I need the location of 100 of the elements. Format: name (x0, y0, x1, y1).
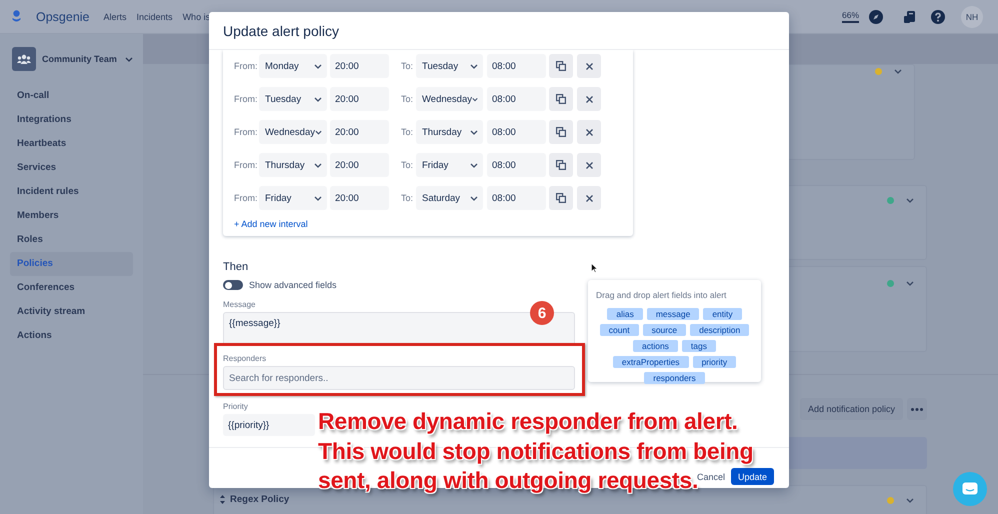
add-notification-policy-button[interactable]: Add notification policy (800, 398, 903, 420)
sidebar-item[interactable]: Services (10, 156, 133, 180)
sidebar-item[interactable]: On-call (10, 84, 133, 108)
app-logo-text[interactable]: Opsgenie (36, 10, 90, 24)
to-label: To: (401, 193, 414, 203)
duplicate-button[interactable] (549, 120, 573, 144)
field-tag[interactable]: extraProperties (612, 356, 689, 368)
from-label: From: (234, 127, 258, 137)
field-tag[interactable]: description (690, 324, 750, 336)
more-icon (911, 408, 923, 410)
to-label: To: (401, 94, 414, 104)
input-field[interactable]: Search for responders.. (223, 366, 575, 390)
day-dropdown[interactable]: Thursday (259, 153, 327, 177)
duplicate-button[interactable] (549, 54, 573, 78)
annotation-line: Remove dynamic responder from alert. (318, 407, 738, 436)
time-field[interactable]: 20:00 (330, 54, 389, 78)
toggle-switch[interactable] (223, 280, 243, 290)
caret-icon (906, 498, 914, 502)
policy-title[interactable]: Regex Policy (230, 494, 290, 505)
time-field[interactable]: 20:00 (330, 87, 389, 111)
time-field[interactable]: 08:00 (487, 186, 546, 210)
copy-icon (556, 94, 566, 104)
remove-button[interactable] (577, 153, 601, 177)
caret-icon (314, 64, 322, 68)
nav-link[interactable]: Incidents (136, 12, 173, 22)
compass-icon[interactable] (869, 10, 883, 24)
time-field[interactable]: 20:00 (330, 120, 389, 144)
day-dropdown[interactable]: Tuesday (416, 54, 483, 78)
time-field[interactable]: 08:00 (487, 120, 546, 144)
copy-icon (556, 193, 566, 203)
field-tag[interactable]: message (646, 308, 700, 320)
time-field[interactable]: 08:00 (487, 54, 546, 78)
from-label: From: (234, 61, 258, 71)
team-name[interactable]: Community Team (42, 54, 117, 64)
time-field[interactable]: 20:00 (330, 153, 389, 177)
day-dropdown[interactable]: Monday (259, 54, 327, 78)
usage-indicator[interactable]: 66% (842, 10, 859, 23)
duplicate-button[interactable] (549, 153, 573, 177)
caret-icon (906, 280, 914, 286)
field-tag[interactable]: alias (607, 308, 643, 320)
caret-icon (894, 68, 902, 74)
from-label: From: (234, 160, 258, 170)
field-tag[interactable]: source (642, 324, 686, 336)
remove-button[interactable] (577, 186, 601, 210)
close-icon (586, 194, 592, 202)
caret-icon (472, 96, 478, 102)
sidebar-item[interactable]: Activity stream (10, 300, 133, 324)
section-heading: Then (223, 261, 250, 273)
add-interval-link[interactable]: + Add new interval (234, 219, 308, 229)
from-label: From: (234, 193, 258, 203)
field-tag[interactable]: tags (682, 340, 716, 352)
caret-icon (314, 196, 322, 200)
day-dropdown[interactable]: Thursday (416, 120, 483, 144)
update-button[interactable]: Update (730, 468, 774, 485)
day-dropdown[interactable]: Wednesday (416, 87, 483, 111)
help-icon[interactable] (931, 10, 945, 24)
annotation-line: This would stop notifications from being (318, 436, 754, 466)
time-field[interactable]: 20:00 (330, 186, 389, 210)
duplicate-button[interactable] (549, 87, 573, 111)
sidebar-item[interactable]: Members (10, 204, 133, 228)
logo-icon (12, 10, 21, 23)
input-field[interactable]: {{priority}} (223, 414, 315, 436)
sidebar-item[interactable]: Incident rules (10, 180, 133, 204)
to-label: To: (401, 127, 414, 137)
field-tag[interactable]: entity (703, 308, 742, 320)
field-tag[interactable]: priority (692, 356, 736, 368)
remove-button[interactable] (577, 54, 601, 78)
field-tag[interactable]: responders (644, 372, 705, 384)
cursor-icon (591, 263, 598, 273)
time-field[interactable]: 08:00 (487, 153, 546, 177)
more-button[interactable] (907, 398, 927, 420)
day-dropdown[interactable]: Wednesday (259, 120, 327, 144)
dialog-title: Update alert policy (223, 22, 339, 38)
sidebar-item[interactable]: Integrations (10, 108, 133, 132)
field-tag[interactable]: count (600, 324, 639, 336)
time-field[interactable]: 08:00 (487, 87, 546, 111)
caret-icon (470, 64, 478, 68)
day-dropdown[interactable]: Friday (259, 186, 327, 210)
document-icon[interactable] (903, 10, 917, 24)
nav-link[interactable]: Alerts (104, 12, 127, 22)
toggle-label: Show advanced fields (249, 280, 337, 290)
day-dropdown[interactable]: Saturday (416, 186, 483, 210)
remove-button[interactable] (577, 87, 601, 111)
sidebar-item[interactable]: Heartbeats (10, 132, 133, 156)
caret-icon (315, 130, 322, 134)
remove-button[interactable] (577, 120, 601, 144)
people-icon (17, 54, 31, 64)
cancel-button[interactable]: Cancel (696, 468, 726, 485)
day-dropdown[interactable]: Friday (416, 153, 483, 177)
copy-icon (556, 127, 566, 137)
user-avatar[interactable]: NH (961, 6, 983, 28)
to-label: To: (401, 160, 414, 170)
sidebar-item[interactable]: Roles (10, 228, 133, 252)
caret-icon (314, 162, 322, 168)
copy-icon (556, 160, 566, 170)
duplicate-button[interactable] (549, 186, 573, 210)
sidebar-item[interactable]: Conferences (10, 276, 133, 300)
sidebar-item[interactable]: Actions (10, 324, 133, 348)
field-tag[interactable]: actions (632, 340, 678, 352)
day-dropdown[interactable]: Tuesday (259, 87, 327, 111)
